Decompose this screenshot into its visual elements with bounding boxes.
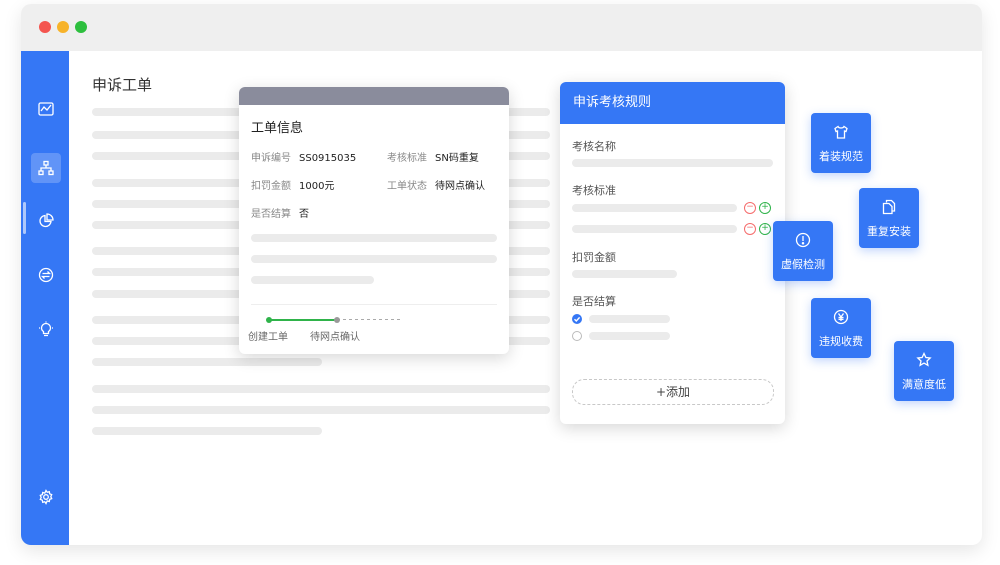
- field-label: 申诉编号: [251, 153, 291, 164]
- settle-option-label: [589, 332, 670, 340]
- sidebar-item-activity[interactable]: [31, 94, 61, 124]
- placeholder-line: [92, 358, 322, 366]
- add-row-button[interactable]: +: [759, 202, 771, 214]
- maximize-window-button[interactable]: [75, 21, 87, 33]
- sidebar: [21, 51, 69, 545]
- org-chart-icon: [38, 160, 54, 176]
- activity-icon: [38, 102, 54, 116]
- settle-option-yes-radio[interactable]: [572, 314, 582, 324]
- category-label: 重复安装: [867, 225, 911, 238]
- field-standard: 考核标准 SN码重复: [387, 149, 479, 164]
- category-dress-code[interactable]: 着装规范: [811, 113, 871, 173]
- divider: [251, 304, 497, 305]
- category-label: 虚假检测: [781, 258, 825, 271]
- add-row-button[interactable]: +: [759, 223, 771, 235]
- appeal-rules-card: 申诉考核规则 考核名称 考核标准 − + − + 扣罚金额 是否结算 +添加: [560, 82, 785, 424]
- field-label: 考核标准: [387, 153, 427, 164]
- field-settled: 是否结算否: [251, 205, 309, 220]
- check-icon: [574, 316, 581, 323]
- placeholder-line: [92, 427, 322, 435]
- rule-settle-label: 是否结算: [572, 295, 616, 308]
- placeholder-line: [92, 406, 550, 414]
- placeholder-line: [251, 234, 497, 242]
- field-label: 工单状态: [387, 181, 427, 192]
- shirt-icon: [832, 123, 850, 141]
- copy-icon: [880, 198, 898, 216]
- category-label: 违规收费: [819, 335, 863, 348]
- sidebar-item-stats[interactable]: [31, 206, 61, 236]
- timeline-step-dot: [266, 317, 272, 323]
- rule-name-label: 考核名称: [572, 140, 616, 153]
- ticket-info-card: 工单信息 申诉编号 SS0915035 考核标准 SN码重复 扣罚金额 1000元 工…: [239, 87, 509, 354]
- field-value: 1000元: [299, 181, 335, 192]
- rule-amount-input[interactable]: [572, 270, 677, 278]
- page-title: 申诉工单: [92, 76, 153, 94]
- field-value: 待网点确认: [435, 181, 485, 192]
- yuan-icon: [832, 308, 850, 326]
- sidebar-item-org[interactable]: [31, 153, 61, 183]
- star-icon: [915, 351, 933, 369]
- settle-option-label: [589, 315, 670, 323]
- timeline-step-created: 创建工单: [248, 332, 288, 343]
- gear-icon: [39, 489, 53, 505]
- remove-row-button[interactable]: −: [744, 223, 756, 235]
- field-status: 工单状态 待网点确认: [387, 177, 485, 192]
- timeline-step-pending: 待网点确认: [310, 332, 360, 343]
- field-value: 否: [299, 209, 309, 220]
- field-value: SS0915035: [299, 153, 357, 164]
- category-low-satisfaction[interactable]: 满意度低: [894, 341, 954, 401]
- title-bar: [21, 4, 982, 51]
- sidebar-active-indicator: [23, 202, 26, 234]
- timeline-step-dot: [334, 317, 340, 323]
- category-duplicate-install[interactable]: 重复安装: [859, 188, 919, 248]
- sidebar-item-transfer[interactable]: [31, 260, 61, 290]
- remove-row-button[interactable]: −: [744, 202, 756, 214]
- placeholder-line: [92, 385, 550, 393]
- timeline-pending: [337, 319, 403, 320]
- settle-option-no-radio[interactable]: [572, 331, 582, 341]
- field-label: 扣罚金额: [251, 181, 291, 192]
- category-illegal-fee[interactable]: 违规收费: [811, 298, 871, 358]
- field-label: 是否结算: [251, 209, 291, 220]
- placeholder-line: [251, 255, 497, 263]
- timeline-progress: [269, 319, 337, 321]
- transfer-icon: [38, 267, 54, 283]
- sidebar-item-settings[interactable]: [31, 482, 61, 512]
- rules-card-title: 申诉考核规则: [560, 82, 785, 124]
- placeholder-line: [251, 276, 374, 284]
- ticket-info-title: 工单信息: [251, 121, 304, 136]
- rule-name-input[interactable]: [572, 159, 773, 167]
- category-label: 满意度低: [902, 378, 946, 391]
- field-appeal-no: 申诉编号 SS0915035: [251, 149, 356, 164]
- field-value: SN码重复: [435, 153, 479, 164]
- minimize-window-button[interactable]: [57, 21, 69, 33]
- pie-chart-icon: [39, 213, 54, 228]
- sidebar-item-ideas[interactable]: [31, 314, 61, 344]
- card-header-bar: [239, 87, 509, 105]
- rule-standard-input[interactable]: [572, 225, 737, 233]
- category-label: 着装规范: [819, 150, 863, 163]
- alert-icon: [794, 231, 812, 249]
- add-rule-button[interactable]: +添加: [572, 379, 774, 405]
- rule-amount-label: 扣罚金额: [572, 251, 616, 264]
- close-window-button[interactable]: [39, 21, 51, 33]
- rule-standard-input[interactable]: [572, 204, 737, 212]
- category-fake-detection[interactable]: 虚假检测: [773, 221, 833, 281]
- field-penalty: 扣罚金额 1000元: [251, 177, 334, 192]
- lightbulb-icon: [39, 321, 53, 337]
- rule-standard-label: 考核标准: [572, 184, 616, 197]
